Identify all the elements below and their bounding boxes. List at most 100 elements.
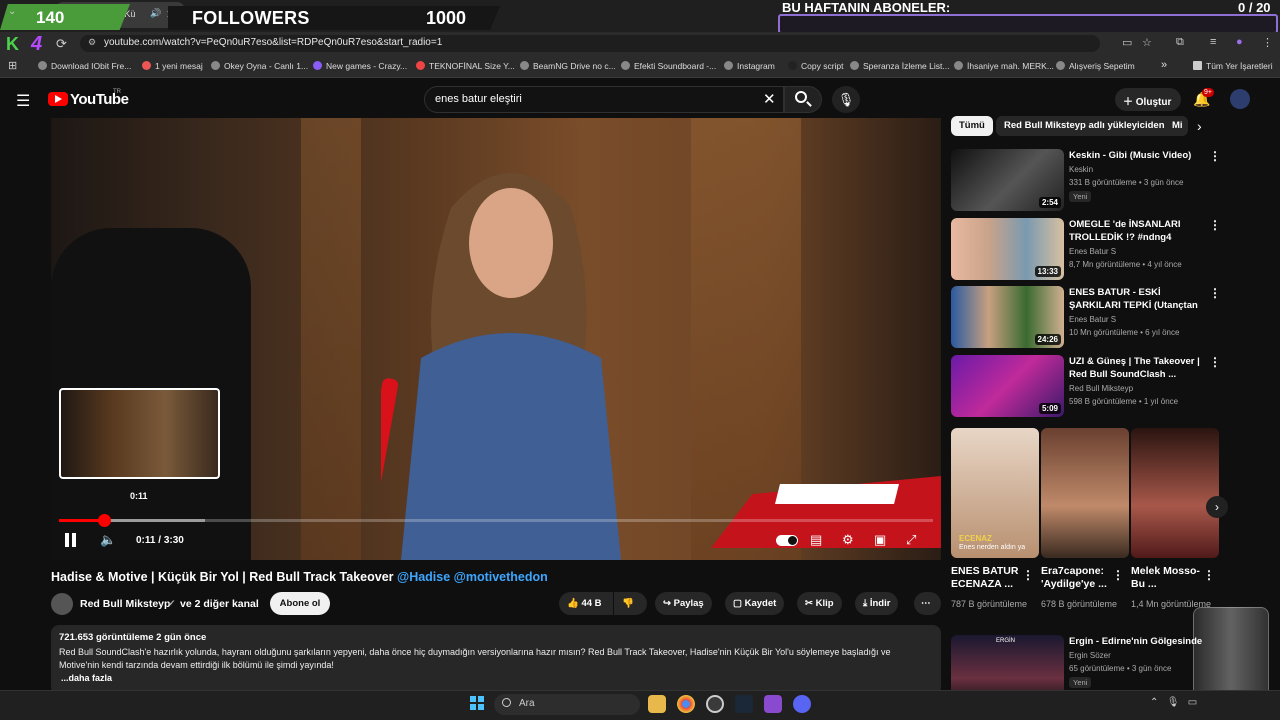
dislike-button[interactable]: 👎 <box>614 592 647 615</box>
recommendation-title[interactable]: UZI & Güneş | The Takeover | Red Bull So… <box>1069 355 1203 381</box>
more-actions-button[interactable]: ⋯ <box>914 592 941 615</box>
settings-gear-icon[interactable]: ⚙ <box>842 532 854 548</box>
bookmark-item[interactable]: Alışveriş Sepetim <box>1056 61 1135 71</box>
file-explorer-icon[interactable] <box>648 695 666 713</box>
bookmark-item[interactable]: Speranza İzleme List... <box>850 61 949 71</box>
share-button[interactable]: ↪ Paylaş <box>655 592 712 615</box>
bookmark-item[interactable]: TEKNOFİNAL Size Y... <box>416 61 515 71</box>
chevron-right-icon[interactable]: › <box>1197 118 1202 134</box>
media-icon[interactable]: ≡ <box>1210 36 1216 48</box>
discord-icon[interactable] <box>793 695 811 713</box>
show-more-link[interactable]: ...daha fazla <box>61 673 112 683</box>
more-options-icon[interactable]: ⋮ <box>1209 218 1221 232</box>
taskbar-search-input[interactable]: Ara <box>494 694 640 715</box>
system-tray[interactable]: ⌃ 🎙 ▭ <box>1150 697 1197 708</box>
hamburger-menu-icon[interactable]: ☰ <box>16 91 30 111</box>
bookmark-item[interactable]: İhsaniye mah. MERK... <box>954 61 1054 71</box>
short-title[interactable]: Melek Mosso-Bu ... <box>1131 565 1211 591</box>
recommendation-item[interactable]: 24:26 ENES BATUR - ESKİ ŞARKILARI TEPKİ … <box>951 286 1221 348</box>
avatar[interactable] <box>1230 89 1250 109</box>
recommendation-item[interactable]: 2:54 Keskin - Gibi (Music Video) Keskin … <box>951 149 1221 211</box>
recommendation-thumbnail[interactable]: 2:54 <box>951 149 1064 211</box>
more-options-icon[interactable]: ⋮ <box>1112 568 1124 582</box>
like-button[interactable]: 👍 44 B <box>559 592 613 615</box>
miniplayer-icon[interactable]: ▣ <box>874 532 886 548</box>
browser-menu-icon[interactable]: ⋮ <box>1262 36 1273 49</box>
recommendation-title[interactable]: ENES BATUR - ESKİ ŞARKILARI TEPKİ (Utanç… <box>1069 286 1203 312</box>
address-bar[interactable]: youtube.com/watch?v=PeQn0uR7eso&list=RDP… <box>80 35 1100 52</box>
chip-all[interactable]: Tümü <box>951 116 993 136</box>
download-button[interactable]: ⤓ İndir <box>855 592 899 615</box>
recommendation-channel[interactable]: Enes Batur S <box>1069 315 1116 324</box>
chevron-down-icon[interactable]: ⌄ <box>8 6 16 17</box>
bookmark-item[interactable]: Instagram <box>724 61 775 71</box>
channel-name[interactable]: Red Bull Mikstеyp <box>80 598 170 610</box>
short-title[interactable]: Era7capone: 'Aydilge'ye ... <box>1041 565 1121 591</box>
recommendation-thumbnail[interactable]: 5:09 <box>951 355 1064 417</box>
more-options-icon[interactable]: ⋮ <box>1203 568 1215 582</box>
short-thumbnail[interactable]: ECENAZ Enes nerden aldın ya <box>951 428 1039 558</box>
short-thumbnail[interactable] <box>1131 428 1219 558</box>
more-options-icon[interactable]: ⋮ <box>1022 568 1034 582</box>
recommendation-channel[interactable]: Red Bull Mikstеyp <box>1069 384 1133 393</box>
recommendation-thumbnail[interactable]: 24:26 <box>951 286 1064 348</box>
voice-search-icon[interactable]: 🎙 <box>832 86 860 113</box>
apps-grid-icon[interactable]: ⊞ <box>8 59 17 72</box>
recommendation-item[interactable]: 13:33 OMEGLE 'de İNSANLARI TROLLEDİK !? … <box>951 218 1221 280</box>
short-thumbnail[interactable] <box>1041 428 1129 558</box>
app-icon[interactable] <box>706 695 724 713</box>
tab-audio-icon[interactable]: 🔊 <box>150 8 161 19</box>
app-icon[interactable] <box>764 695 782 713</box>
pause-icon[interactable] <box>65 533 77 547</box>
more-options-icon[interactable]: ⋮ <box>1209 149 1221 163</box>
all-bookmarks-folder[interactable]: Tüm Yer İşaretleri <box>1193 61 1273 71</box>
subscribe-button[interactable]: Abone ol <box>270 592 330 615</box>
windows-start-icon[interactable] <box>470 696 484 710</box>
short-title[interactable]: ENES BATUR ECENAZA ... <box>951 565 1031 591</box>
bookmark-item[interactable]: Copy script <box>788 61 844 71</box>
reload-icon[interactable]: ⟳ <box>56 36 67 52</box>
bookmark-item[interactable]: Okey Oyna - Canlı 1... <box>211 61 308 71</box>
create-button[interactable]: ＋ Oluştur <box>1115 88 1181 111</box>
recommendation-item[interactable]: ERGİN Ergin - Edirne'nin Gölgesinde Ergi… <box>951 635 1221 690</box>
clear-search-icon[interactable]: ✕ <box>763 90 776 108</box>
video-player[interactable]: 0:11 🔈 0:11 / 3:30 ▤ ⚙ ▣ ⤢ <box>51 118 941 560</box>
chip-more[interactable]: Mi <box>1164 116 1188 136</box>
chrome-icon[interactable] <box>677 695 695 713</box>
bookmark-item[interactable]: Efekti Soundboard -... <box>621 61 716 71</box>
site-info-icon[interactable]: ⚙ <box>88 37 96 48</box>
bookmarks-more-button[interactable]: » <box>1161 59 1167 71</box>
profile-icon[interactable]: ● <box>1236 36 1243 48</box>
more-options-icon[interactable]: ⋮ <box>1209 355 1221 369</box>
bookmark-item[interactable]: BeamNG Drive no c... <box>520 61 616 71</box>
channel-avatar[interactable] <box>51 593 73 615</box>
extensions-icon[interactable]: ⧉ <box>1176 36 1184 49</box>
channel-collab-label[interactable]: ve 2 diğer kanal <box>180 598 259 610</box>
cast-icon[interactable]: ▭ <box>1122 36 1132 49</box>
recommendation-title[interactable]: Keskin - Gibi (Music Video) <box>1069 149 1203 162</box>
chip-from-uploader[interactable]: Red Bull Mikstеyp adlı yükleyiciden <box>996 116 1173 136</box>
fullscreen-icon[interactable]: ⤢ <box>906 532 916 548</box>
bookmark-item[interactable]: Download IObit Fre... <box>38 61 131 71</box>
save-button[interactable]: ▢ Kaydet <box>725 592 785 615</box>
search-input[interactable]: enes batur eleştiri <box>424 86 784 113</box>
volume-icon[interactable]: 🔈 <box>100 532 116 548</box>
recommendation-channel[interactable]: Enes Batur S <box>1069 247 1116 256</box>
recommendation-channel[interactable]: Keskin <box>1069 165 1093 174</box>
progress-scrubber-handle[interactable] <box>98 514 111 527</box>
bookmark-item[interactable]: 1 yeni mesaj <box>142 61 203 71</box>
recommendation-thumbnail[interactable]: 13:33 <box>951 218 1064 280</box>
more-options-icon[interactable]: ⋮ <box>1209 286 1221 300</box>
clip-button[interactable]: ✂ Klip <box>797 592 842 615</box>
subtitles-icon[interactable]: ▤ <box>810 532 822 548</box>
bookmark-star-icon[interactable]: ☆ <box>1142 36 1152 49</box>
shorts-next-icon[interactable]: › <box>1206 496 1228 518</box>
bookmark-item[interactable]: New games - Crazy... <box>313 61 407 71</box>
steam-icon[interactable] <box>735 695 753 713</box>
recommendation-item[interactable]: 5:09 UZI & Güneş | The Takeover | Red Bu… <box>951 355 1221 417</box>
recommendation-title[interactable]: OMEGLE 'de İNSANLARI TROLLEDİK !? #ndng4 <box>1069 218 1203 244</box>
video-title-mentions[interactable]: @Hadise @motivethedon <box>397 570 548 584</box>
recommendation-channel[interactable]: Ergin Sözer <box>1069 651 1111 660</box>
recommendation-thumbnail[interactable]: ERGİN <box>951 635 1064 690</box>
recommendation-title[interactable]: Ergin - Edirne'nin Gölgesinde <box>1069 635 1203 648</box>
